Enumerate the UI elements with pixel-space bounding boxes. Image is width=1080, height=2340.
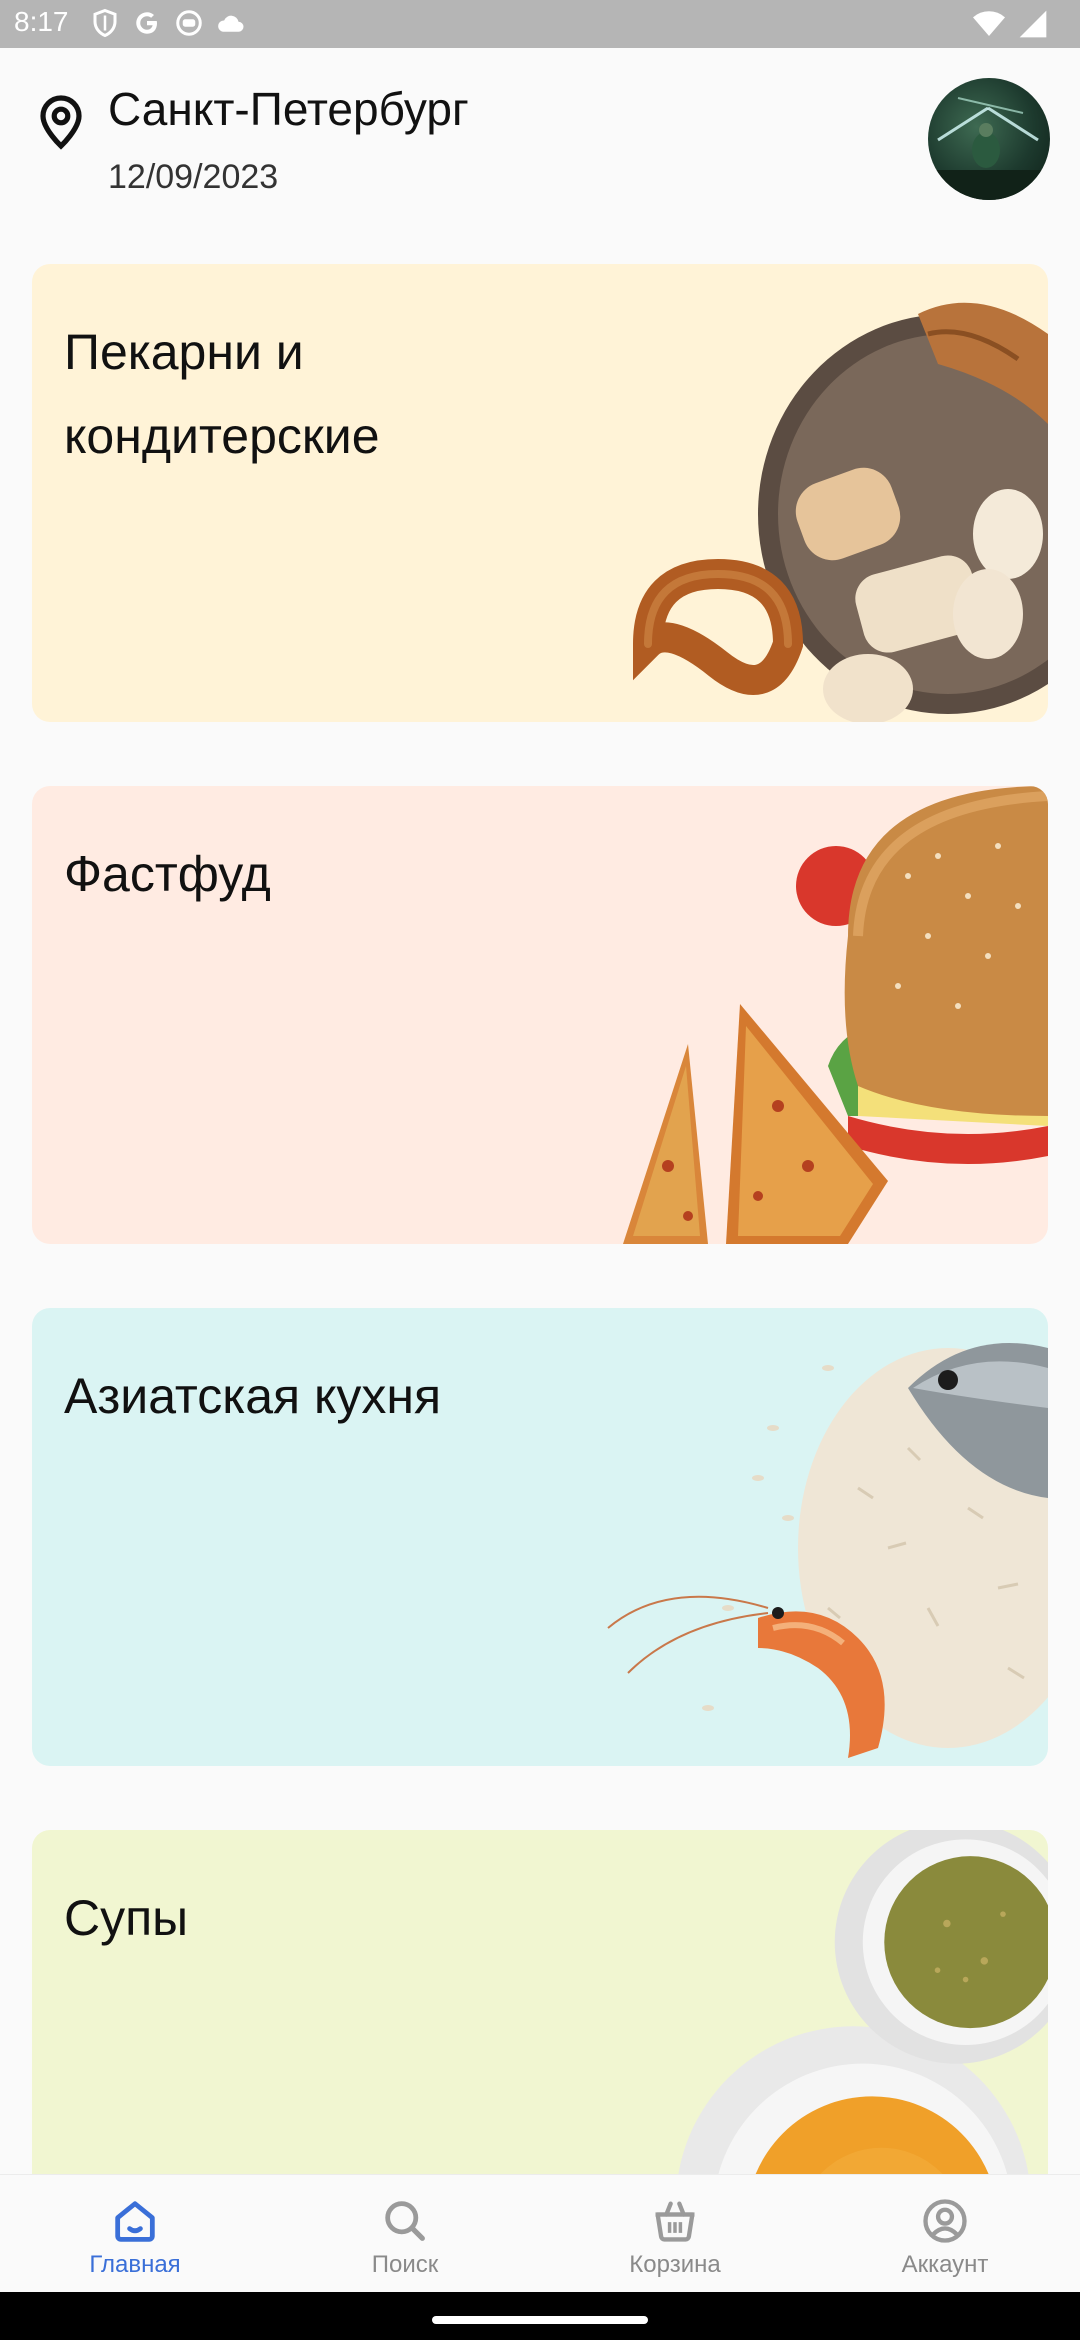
google-icon (136, 12, 157, 34)
bot-icon (176, 10, 202, 36)
current-date: 12/09/2023 (108, 158, 279, 196)
avatar[interactable] (928, 78, 1050, 200)
home-icon (115, 2201, 155, 2242)
asian-food-image (607, 1343, 1048, 1758)
nav-item-home[interactable]: Главная (0, 2175, 270, 2293)
signal-icon (1019, 10, 1047, 38)
basket-icon (655, 2201, 695, 2242)
category-card-fastfood[interactable]: Фастфуд (32, 786, 1048, 1244)
bakery-image (632, 302, 1048, 722)
status-notification-icons (90, 8, 246, 38)
status-time: 8:17 (14, 6, 69, 37)
map-pin-icon[interactable] (36, 94, 86, 150)
category-title: Супы (64, 1890, 189, 1946)
nav-label: Аккаунт (901, 2251, 989, 2278)
nav-item-cart[interactable]: Корзина (540, 2175, 810, 2293)
account-icon (923, 2199, 967, 2243)
fastfood-image (623, 786, 1048, 1244)
wifi-icon (973, 11, 1005, 36)
gesture-handle[interactable] (432, 2316, 648, 2324)
category-title: Фастфуд (64, 846, 271, 902)
search-icon (385, 2201, 425, 2241)
status-bar: 8:17 (0, 0, 1080, 48)
category-card-bakery[interactable]: Пекарни и кондитерские (32, 264, 1048, 722)
shield-icon (93, 8, 117, 38)
cloud-icon (218, 15, 244, 32)
category-title: Пекарни и кондитерские (64, 324, 380, 464)
nav-item-search[interactable]: Поиск (270, 2175, 540, 2293)
category-card-asian[interactable]: Азиатская кухня (32, 1308, 1048, 1766)
nav-label: Главная (89, 2251, 181, 2278)
category-title: Азиатская кухня (64, 1368, 442, 1424)
city-name[interactable]: Санкт-Петербург (108, 82, 469, 136)
bottom-navigation: Главная Поиск Корзина Аккаунт (0, 2174, 1080, 2293)
nav-label: Корзина (629, 2251, 721, 2278)
status-system-icons (972, 8, 1050, 40)
nav-label: Поиск (371, 2251, 439, 2278)
avatar-image (928, 97, 1050, 200)
nav-item-account[interactable]: Аккаунт (810, 2175, 1080, 2293)
